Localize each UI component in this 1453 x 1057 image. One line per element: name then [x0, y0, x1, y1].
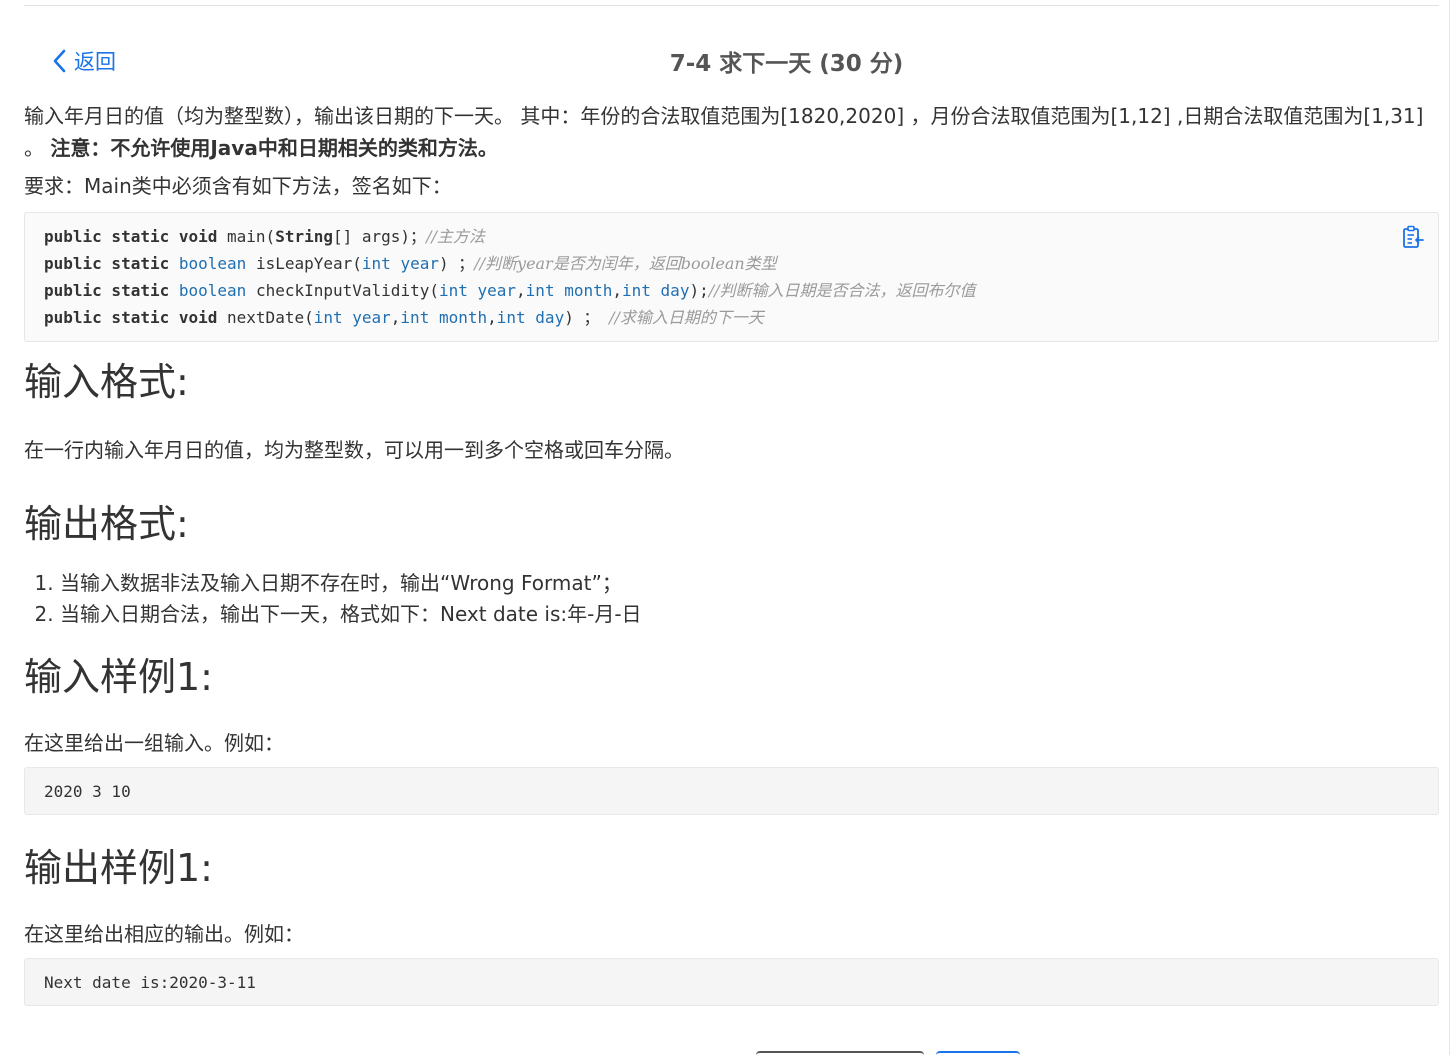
code-line: public static boolean checkInputValidity… [44, 281, 976, 300]
code-text: isLeapYear( [246, 254, 362, 273]
problem-header: 返回 7-4 求下一天 (30 分) [24, 38, 1439, 84]
output-sample-text: 在这里给出相应的输出。例如： [24, 922, 304, 946]
list-item: 当输入日期合法，输出下一天，格式如下：Next date is:年-月-日 [60, 599, 1439, 630]
code-param: int day [622, 281, 690, 300]
code-param: int month [400, 308, 488, 327]
problem-content: 输入年月日的值（均为整型数），输出该日期的下一天。 其中：年份的合法取值范围为[… [24, 100, 1439, 1006]
problem-description: 输入年月日的值（均为整型数），输出该日期的下一天。 其中：年份的合法取值范围为[… [24, 100, 1439, 164]
code-comment: //判断year是否为闰年，返回boolean类型 [474, 254, 777, 273]
code-text: [] args)； [332, 227, 427, 246]
top-divider [24, 5, 1439, 6]
code-text: ) ； [564, 308, 600, 327]
output-format-list: 当输入数据非法及输入日期不存在时，输出“Wrong Format”； 当输入日期… [24, 568, 1439, 630]
code-text: checkInputValidity( [246, 281, 439, 300]
output-sample-code: Next date is:2020-3-11 [24, 958, 1439, 1006]
bottom-tab[interactable] [936, 1051, 1020, 1057]
code-text: ); [689, 281, 709, 300]
input-format-heading: 输入格式: [24, 360, 189, 404]
code-type: String [275, 227, 333, 246]
code-param: int year [313, 308, 391, 327]
code-text: main( [217, 227, 276, 246]
code-keyword: public static [44, 254, 170, 273]
code-text: ) ； [438, 254, 475, 273]
code-keyword: public static void [44, 308, 218, 327]
code-param: int day [496, 308, 565, 327]
code-text: nextDate( [217, 308, 314, 327]
code-keyword: public static [44, 281, 170, 300]
code-comment: //求输入日期的下一天 [609, 308, 764, 327]
code-param: int month [525, 281, 613, 300]
bottom-tab[interactable] [756, 1051, 924, 1057]
clipboard-copy-icon[interactable] [1402, 225, 1424, 249]
input-sample-code: 2020 3 10 [24, 767, 1439, 815]
code-comment: //主方法 [426, 227, 485, 246]
page-title: 7-4 求下一天 (30 分) [669, 51, 904, 77]
input-sample-text: 在这里给出一组输入。例如： [24, 731, 284, 755]
code-line: public static void main(String[] args)；/… [44, 223, 1420, 250]
output-format-heading: 输出格式: [24, 502, 189, 546]
code-param: int year [361, 254, 439, 273]
code-line: public static void nextDate(int year,int… [44, 308, 764, 327]
output-sample-heading: 输出样例1: [24, 846, 213, 890]
code-block: public static void main(String[] args)；/… [24, 212, 1439, 342]
code-param: int year [438, 281, 517, 300]
list-item: 当输入数据非法及输入日期不存在时，输出“Wrong Format”； [60, 568, 1439, 599]
description-note: 注意：不允许使用Java中和日期相关的类和方法。 [50, 136, 498, 160]
code-keyword: public static void [44, 227, 218, 246]
code-type: boolean [178, 281, 247, 300]
scrollbar-track [1449, 0, 1450, 1055]
code-type: boolean [178, 254, 247, 273]
input-format-text: 在一行内输入年月日的值，均为整型数，可以用一到多个空格或回车分隔。 [24, 438, 684, 462]
code-line: public static boolean isLeapYear(int yea… [44, 250, 1420, 277]
input-sample-heading: 输入样例1: [24, 655, 213, 699]
requirement-text: 要求：Main类中必须含有如下方法，签名如下： [24, 174, 452, 198]
code-comment: //判断输入日期是否合法，返回布尔值 [708, 281, 976, 300]
